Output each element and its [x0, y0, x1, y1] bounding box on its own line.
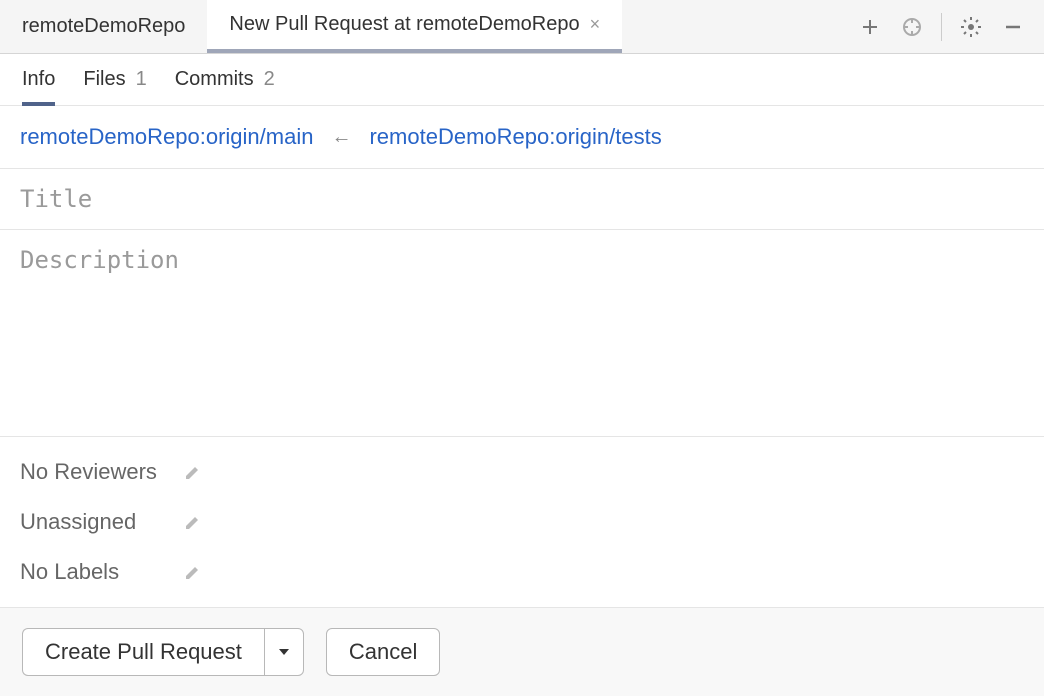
tab-remote-demo-repo[interactable]: remoteDemoRepo [0, 0, 207, 53]
close-icon[interactable]: × [590, 14, 601, 35]
sub-tab-label: Info [22, 68, 55, 91]
description-input[interactable] [20, 246, 1024, 420]
divider [941, 13, 942, 41]
sub-tab-commits[interactable]: Commits 2 [175, 68, 275, 105]
plus-icon[interactable] [857, 14, 883, 40]
pencil-icon[interactable] [184, 513, 202, 531]
tab-new-pull-request[interactable]: New Pull Request at remoteDemoRepo × [207, 0, 622, 53]
pencil-icon[interactable] [184, 563, 202, 581]
pencil-icon[interactable] [184, 463, 202, 481]
labels-label: No Labels [20, 559, 170, 585]
tab-label: remoteDemoRepo [22, 15, 185, 38]
branch-row: remoteDemoRepo:origin/main ← remoteDemoR… [0, 106, 1044, 169]
arrow-left-icon: ← [331, 126, 351, 149]
assignee-label: Unassigned [20, 509, 170, 535]
create-button-group: Create Pull Request [22, 628, 304, 676]
tabs-bar: remoteDemoRepo New Pull Request at remot… [0, 0, 1044, 54]
title-field [0, 169, 1044, 230]
tab-actions [857, 0, 1044, 53]
target-branch[interactable]: remoteDemoRepo:origin/main [20, 124, 313, 150]
target-icon[interactable] [899, 14, 925, 40]
description-field [0, 230, 1044, 437]
reviewers-label: No Reviewers [20, 459, 170, 485]
sub-tab-count: 2 [264, 68, 275, 91]
gear-icon[interactable] [958, 14, 984, 40]
meta-block: No Reviewers Unassigned No Labels [0, 437, 1044, 608]
assignee-row: Unassigned [0, 497, 1044, 547]
sub-tab-files[interactable]: Files 1 [83, 68, 146, 105]
sub-tab-label: Commits [175, 68, 254, 91]
reviewers-row: No Reviewers [0, 447, 1044, 497]
sub-tab-label: Files [83, 68, 125, 91]
create-dropdown-button[interactable] [264, 628, 304, 676]
sub-tab-info[interactable]: Info [22, 68, 55, 105]
footer: Create Pull Request Cancel [0, 608, 1044, 696]
minimize-icon[interactable] [1000, 14, 1026, 40]
sub-tabs: Info Files 1 Commits 2 [0, 54, 1044, 106]
labels-row: No Labels [0, 547, 1044, 597]
tab-label: New Pull Request at remoteDemoRepo [229, 13, 579, 36]
create-pull-request-button[interactable]: Create Pull Request [22, 628, 264, 676]
title-input[interactable] [20, 185, 1024, 213]
sub-tab-count: 1 [136, 68, 147, 91]
source-branch[interactable]: remoteDemoRepo:origin/tests [369, 124, 661, 150]
cancel-button[interactable]: Cancel [326, 628, 440, 676]
